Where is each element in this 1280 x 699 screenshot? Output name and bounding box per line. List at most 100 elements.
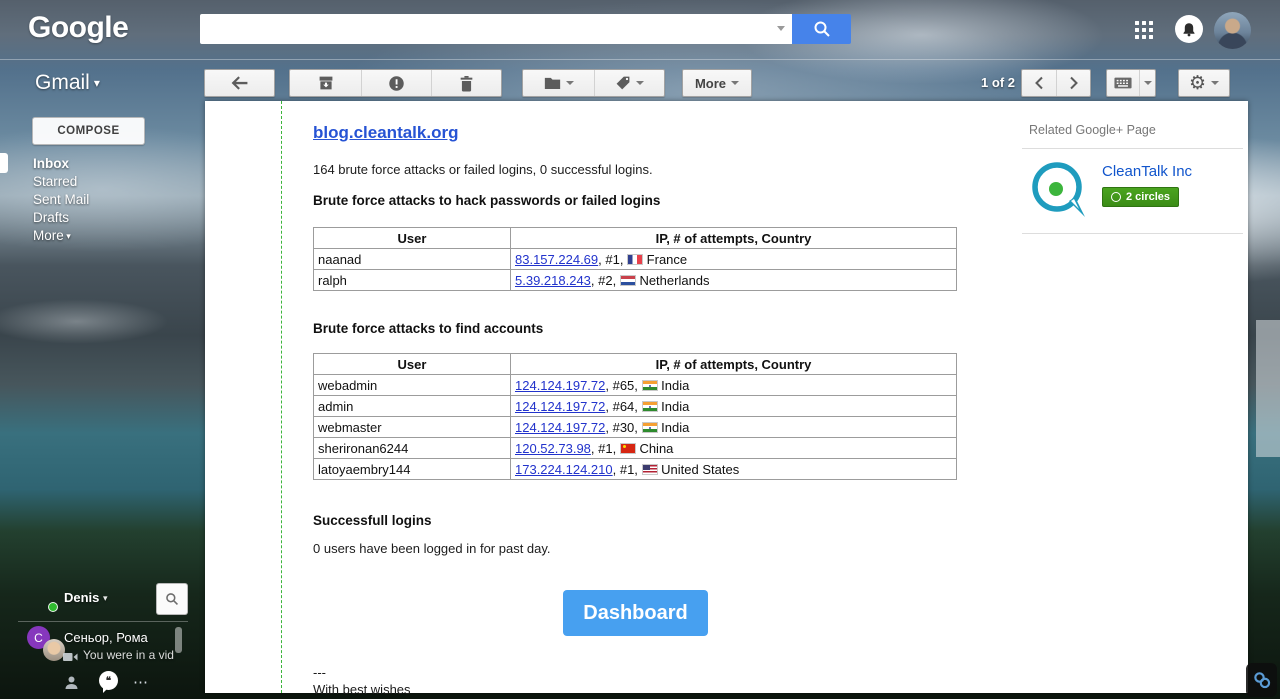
chevron-down-icon (565, 81, 574, 85)
chat-search-button[interactable] (156, 583, 188, 615)
sidebar-item-inbox[interactable]: Inbox (33, 155, 89, 173)
gplus-circles-badge[interactable]: 2 circles (1102, 187, 1180, 207)
ip-attempts-country-cell: 83.157.224.69, #1, France (510, 248, 957, 270)
cleantalk-logo (1029, 159, 1091, 223)
divider (1022, 233, 1243, 234)
search-options-caret-icon[interactable] (777, 26, 785, 31)
account-avatar[interactable] (1214, 12, 1251, 49)
ip-link[interactable]: 124.124.197.72 (515, 399, 605, 414)
user-cell: ralph (313, 269, 511, 291)
keyboard-icon (1114, 77, 1132, 89)
dashboard-button[interactable]: Dashboard (563, 590, 708, 636)
ip-link[interactable]: 83.157.224.69 (515, 252, 598, 267)
newer-conversation-button[interactable] (1022, 70, 1056, 96)
link-shortcut-button[interactable] (1246, 663, 1277, 697)
labels-button[interactable] (594, 70, 664, 96)
attacks-passwords-table: User IP, # of attempts, Country naanad 83… (313, 227, 957, 291)
ip-link[interactable]: 124.124.197.72 (515, 420, 605, 435)
circle-icon (1111, 192, 1121, 202)
delete-button[interactable] (431, 70, 501, 96)
contacts-tab-icon[interactable] (64, 675, 79, 695)
more-actions-button[interactable]: More (683, 70, 751, 96)
success-logins-text: 0 users have been logged in for past day… (313, 541, 551, 556)
chain-link-icon (1253, 672, 1270, 689)
page-scrollbar-thumb[interactable] (1256, 320, 1280, 457)
gmail-screen: Google Gmail ▾ More 1 of 2 ⚙ COMPOSE Inb… (0, 0, 1280, 699)
ip-link[interactable]: 124.124.197.72 (515, 378, 605, 393)
older-conversation-button[interactable] (1056, 70, 1090, 96)
section-heading-passwords: Brute force attacks to hack passwords or… (313, 193, 661, 208)
ip-link[interactable]: 120.52.73.98 (515, 441, 591, 456)
apps-grid-icon[interactable] (1135, 21, 1153, 39)
table-row: admin 124.124.197.72, #64, India (313, 395, 957, 417)
chat-overflow-icon[interactable]: ⋯ (133, 673, 149, 691)
table-row: ralph 5.39.218.243, #2, Netherlands (313, 269, 957, 291)
chevron-down-icon: ▾ (93, 76, 100, 90)
chat-self-menu[interactable]: Denis ▾ (64, 590, 108, 605)
move-to-button[interactable] (523, 70, 594, 96)
compose-button[interactable]: COMPOSE (32, 117, 145, 145)
label-tag-icon (616, 76, 630, 90)
notifications-button[interactable] (1175, 15, 1203, 43)
chevron-down-icon (731, 81, 740, 85)
table-header-row: User IP, # of attempts, Country (313, 227, 957, 249)
table-row: latoyaembry144 173.224.124.210, #1, Unite… (313, 458, 957, 480)
flag-icon-in (641, 421, 658, 433)
table-row: sherironan6244 120.52.73.98, #1, China (313, 437, 957, 459)
report-spam-button[interactable] (361, 70, 431, 96)
sender-site-link[interactable]: blog.cleantalk.org (313, 123, 458, 143)
email-signature: --- With best wishes (313, 664, 411, 698)
chevron-down-icon (1211, 81, 1220, 85)
flag-icon-us (641, 463, 658, 475)
gplus-page-link[interactable]: CleanTalk Inc (1102, 163, 1192, 180)
table-row: webadmin 124.124.197.72, #65, India (313, 374, 957, 396)
ip-link[interactable]: 173.224.124.210 (515, 462, 613, 477)
search-icon (814, 21, 830, 37)
report-spam-icon (389, 75, 404, 91)
chevron-right-icon (1069, 76, 1078, 90)
flag-icon-cn (619, 442, 636, 454)
ip-attempts-country-cell: 124.124.197.72, #30, India (510, 416, 957, 438)
archive-button[interactable] (290, 70, 361, 96)
flag-icon-in (641, 379, 658, 391)
organize-group (522, 69, 665, 97)
sidebar-nav: Inbox Starred Sent Mail Drafts More ▾ (33, 155, 89, 245)
ip-attempts-country-cell: 173.224.124.210, #1, United States (510, 458, 957, 480)
quote-divider-line (281, 101, 282, 693)
search-button[interactable] (792, 14, 851, 44)
chevron-down-icon (1143, 81, 1152, 85)
gmail-menu[interactable]: Gmail ▾ (35, 71, 100, 95)
chat-snippet[interactable]: You were in a vid (83, 648, 174, 662)
column-header-ip: IP, # of attempts, Country (510, 227, 957, 249)
more-label: More (694, 75, 727, 91)
chat-contact-name[interactable]: Сеньор, Рома (64, 630, 148, 645)
conversation-pane: blog.cleantalk.org 164 brute force attac… (205, 101, 1248, 697)
table-row: webmaster 124.124.197.72, #30, India (313, 416, 957, 438)
back-to-inbox-button[interactable] (205, 70, 274, 96)
input-tools-dropdown[interactable] (1139, 70, 1155, 96)
sidebar-item-starred[interactable]: Starred (33, 173, 89, 191)
section-heading-success: Successfull logins (313, 513, 432, 528)
settings-button[interactable]: ⚙ (1179, 70, 1229, 96)
circles-count-label: 2 circles (1126, 191, 1171, 203)
contact-avatar-photo (43, 639, 65, 661)
user-cell: naanad (313, 248, 511, 270)
input-tools-button[interactable] (1107, 70, 1139, 96)
sidebar-item-sent-mail[interactable]: Sent Mail (33, 191, 89, 209)
gear-icon: ⚙ (1188, 71, 1207, 94)
bell-icon (1183, 22, 1195, 36)
table-header-row: User IP, # of attempts, Country (313, 353, 957, 375)
ip-link[interactable]: 5.39.218.243 (515, 273, 591, 288)
topbar-divider (0, 59, 1280, 60)
column-header-user: User (313, 353, 511, 375)
chat-scrollbar-thumb[interactable] (175, 627, 182, 653)
search-input[interactable] (200, 14, 792, 44)
sidebar-item-drafts[interactable]: Drafts (33, 209, 89, 227)
folder-icon (544, 77, 560, 89)
back-arrow-icon (231, 76, 248, 90)
attack-summary-text: 164 brute force attacks or failed logins… (313, 162, 653, 177)
presence-dot (48, 602, 58, 612)
sidebar-item-more[interactable]: More ▾ (33, 227, 89, 245)
trash-icon (460, 75, 473, 91)
hangouts-tab-icon[interactable]: ❝ (99, 671, 118, 693)
